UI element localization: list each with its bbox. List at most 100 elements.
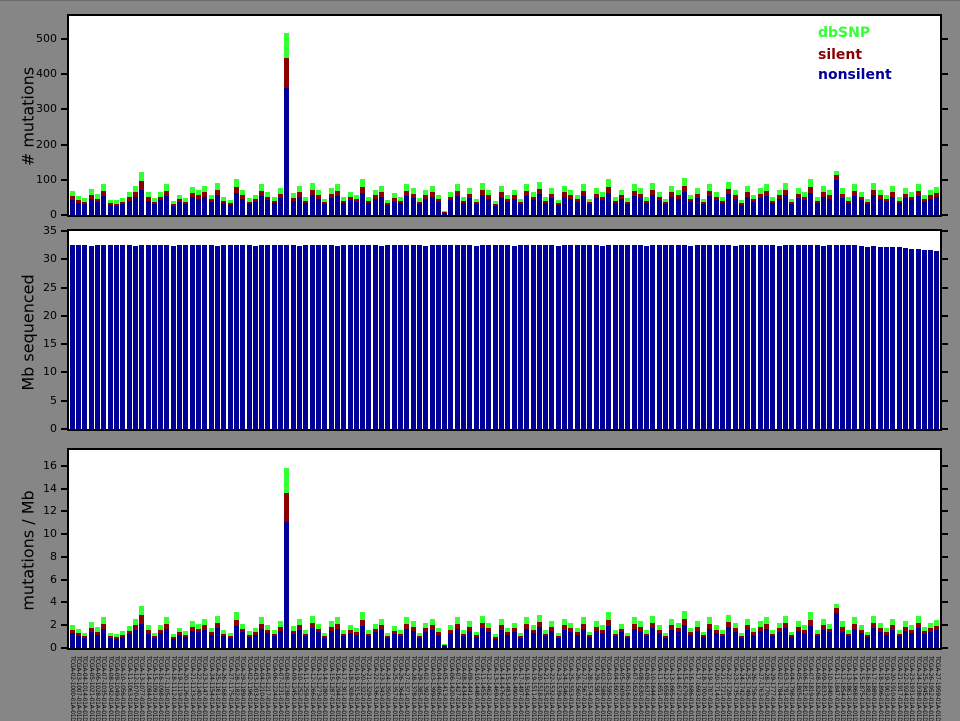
x-tick-sample-label: TCGA-07-1819-01A-01D-1451-01: [807, 656, 815, 721]
bar-segment-nonsilent: [347, 200, 353, 215]
bar-segment-nonsilent: [259, 629, 265, 648]
y-tick-mark-left: [61, 230, 67, 232]
bar-segment-mb-sequenced: [196, 245, 202, 429]
bar-segment-nonsilent: [663, 204, 669, 215]
bar-segment-dbsnp: [246, 198, 252, 202]
bar-segment-nonsilent: [574, 202, 580, 215]
bar-segment-silent: [757, 627, 763, 631]
bar-segment-nonsilent: [341, 203, 347, 215]
bar-segment-silent: [928, 195, 934, 199]
bar-segment-silent: [246, 202, 252, 204]
bar-segment-silent: [612, 634, 618, 636]
bar-segment-nonsilent: [366, 203, 372, 215]
bar-segment-nonsilent: [713, 200, 719, 215]
bar-segment-nonsilent: [682, 192, 688, 215]
bar-segment-mb-sequenced: [404, 245, 410, 429]
bar-segment-mb-sequenced: [606, 245, 612, 429]
bar-segment-silent: [883, 632, 889, 635]
bar-segment-silent: [334, 191, 340, 196]
bar-segment-nonsilent: [252, 635, 258, 648]
bar-segment-silent: [612, 201, 618, 203]
bar-segment-dbsnp: [202, 186, 208, 192]
bar-segment-nonsilent: [498, 197, 504, 215]
bar-segment-mb-sequenced: [385, 245, 391, 429]
x-tick-sample-label: TCGA-15-1287-01A-01D-1223-01: [327, 656, 335, 721]
bar-segment-mb-sequenced: [839, 245, 845, 429]
bar-segment-dbsnp: [360, 612, 366, 620]
x-tick-sample-label: TCGA-07-1035-01A-01D-1115-01: [100, 656, 108, 721]
bar-segment-dbsnp: [328, 188, 334, 194]
x-tick-sample-label: TCGA-16-1490-01A-01D-1310-01: [510, 656, 518, 721]
bar-segment-silent: [656, 630, 662, 633]
bar-segment-dbsnp: [88, 622, 94, 628]
y-tick-mark-right: [942, 465, 948, 467]
legend-item-nonsilent: nonsilent: [818, 67, 892, 83]
bar-segment-dbsnp: [410, 621, 416, 627]
bar-segment-nonsilent: [574, 635, 580, 648]
bar-segment-silent: [315, 195, 321, 199]
bar-segment-dbsnp: [776, 190, 782, 195]
y-tick-label: 12: [43, 504, 57, 517]
bar-segment-mb-sequenced: [259, 245, 265, 429]
bar-segment-nonsilent: [858, 633, 864, 648]
bar-segment-silent: [398, 201, 403, 203]
bar-segment-nonsilent: [833, 613, 839, 648]
bar-segment-mb-sequenced: [530, 245, 536, 429]
y-tick-mark-left: [61, 533, 67, 535]
y-tick-mark-left: [61, 556, 67, 558]
bar-segment-nonsilent: [473, 637, 479, 648]
bar-segment-dbsnp: [391, 193, 397, 198]
bar-segment-silent: [839, 627, 845, 631]
bar-segment-nonsilent: [511, 632, 517, 648]
bar-segment-nonsilent: [909, 633, 915, 648]
y-tick-mark-right: [942, 533, 948, 535]
y-tick-mark-left: [61, 144, 67, 146]
bar-segment-dbsnp: [682, 611, 688, 619]
bar-segment-silent: [385, 203, 391, 205]
bar-segment-nonsilent: [789, 204, 795, 215]
bar-segment-silent: [663, 636, 669, 638]
bar-segment-nonsilent: [883, 635, 889, 648]
bar-segment-dbsnp: [398, 197, 403, 201]
bar-segment-nonsilent: [934, 630, 940, 648]
bar-segment-mb-sequenced: [732, 246, 738, 429]
bar-segment-nonsilent: [202, 630, 208, 648]
bar-segment-silent: [921, 199, 927, 202]
bar-segment-silent: [618, 629, 624, 632]
bar-segment-silent: [88, 628, 94, 632]
x-tick-sample-label: TCGA-21-1329-01A-01D-1241-01: [365, 656, 373, 721]
bar-segment-silent: [833, 608, 839, 613]
y-tick-mark-right: [942, 647, 948, 649]
bar-segment-nonsilent: [454, 629, 460, 648]
bar-segment-mb-sequenced: [505, 245, 511, 429]
bar-segment-nonsilent: [549, 198, 555, 215]
y-tick-mark-right: [942, 258, 948, 260]
bar-segment-dbsnp: [461, 630, 467, 634]
bar-segment-nonsilent: [492, 206, 498, 215]
bar-segment-nonsilent: [751, 202, 757, 215]
bar-segment-silent: [644, 634, 650, 636]
bar-segment-silent: [76, 633, 82, 636]
bar-segment-dbsnp: [297, 619, 303, 625]
bar-segment-dbsnp: [909, 625, 915, 630]
bar-segment-silent: [852, 191, 858, 196]
bar-segment-dbsnp: [511, 623, 517, 628]
bar-segment-dbsnp: [183, 198, 189, 202]
y-tick-mark-left: [61, 428, 67, 430]
bar-segment-silent: [309, 623, 315, 628]
bar-segment-dbsnp: [839, 621, 845, 627]
bar-segment-silent: [555, 636, 561, 638]
bar-segment-mb-sequenced: [581, 245, 587, 429]
bar-segment-dbsnp: [808, 179, 814, 187]
x-tick-sample-label: TCGA-27-1371-01A-01D-1259-01: [403, 656, 411, 721]
bar-segment-silent: [113, 637, 119, 639]
bar-segment-silent: [738, 636, 744, 638]
y-tick-label: 25: [43, 281, 57, 294]
bar-segment-dbsnp: [145, 192, 151, 197]
bar-segment-nonsilent: [663, 638, 669, 648]
bar-segment-nonsilent: [688, 202, 694, 215]
bar-segment-nonsilent: [808, 626, 814, 648]
bar-segment-silent: [719, 201, 725, 203]
bar-segment-dbsnp: [795, 621, 801, 627]
bar-segment-nonsilent: [852, 629, 858, 648]
